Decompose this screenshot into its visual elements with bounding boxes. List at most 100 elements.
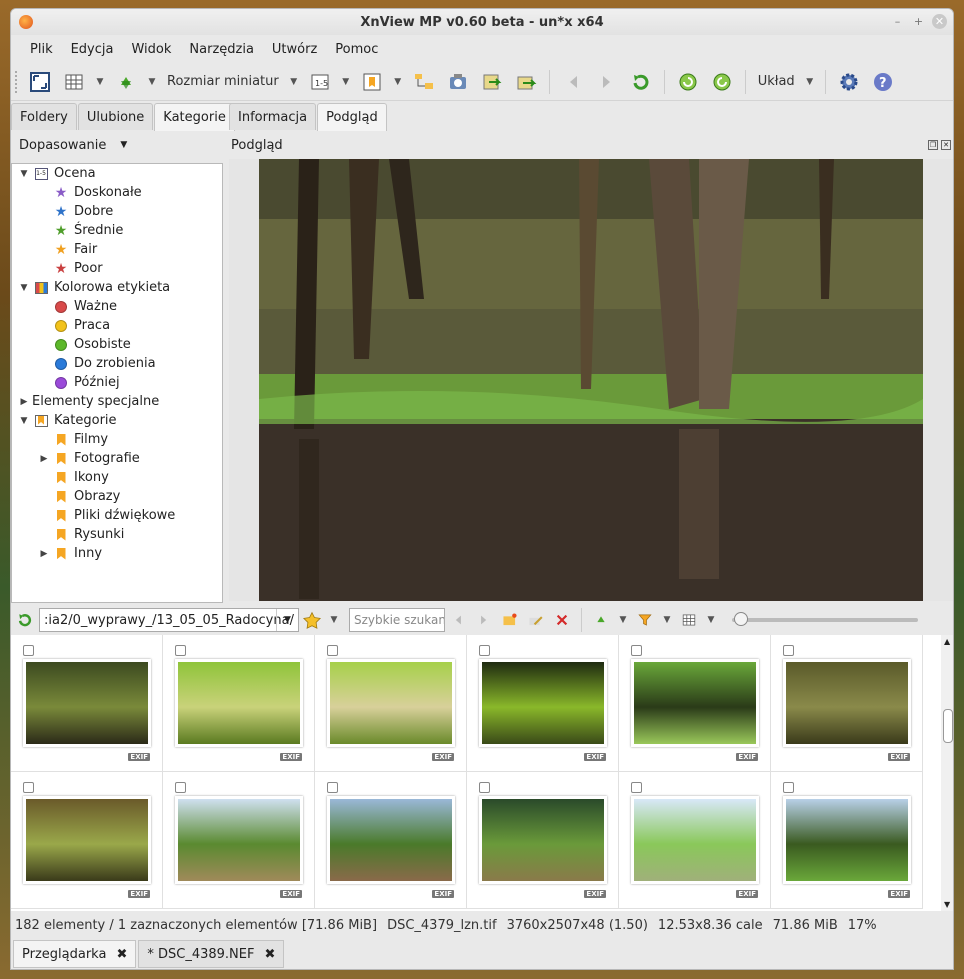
- tree-item[interactable]: ★ Doskonałe: [12, 183, 222, 202]
- tab-kategorie[interactable]: Kategorie: [154, 103, 235, 131]
- thumb-size-label[interactable]: Rozmiar miniatur: [161, 74, 285, 89]
- tree-item[interactable]: Do zrobienia: [12, 354, 222, 373]
- export-button[interactable]: [512, 68, 540, 96]
- close-tab-icon[interactable]: ✖: [264, 947, 275, 962]
- thumbnail-checkbox[interactable]: [175, 782, 186, 793]
- tree-item[interactable]: ▼ Kategorie: [12, 411, 222, 430]
- settings-button[interactable]: [835, 68, 863, 96]
- thumbnail-checkbox[interactable]: [175, 645, 186, 656]
- thumbnail-cell[interactable]: EXIF: [315, 635, 467, 772]
- nav-sort-button[interactable]: [591, 606, 611, 634]
- thumbnail-checkbox[interactable]: [327, 645, 338, 656]
- tree-item[interactable]: ▶ Fotografie: [12, 449, 222, 468]
- thumb-size-slider[interactable]: [732, 612, 918, 626]
- menu-edycja[interactable]: Edycja: [62, 42, 123, 57]
- thumbnail-checkbox[interactable]: [631, 782, 642, 793]
- thumbnail-image[interactable]: [327, 796, 455, 884]
- thumbnail-checkbox[interactable]: [327, 782, 338, 793]
- path-input[interactable]: :ia2/0_wyprawy_/13_05_05_Radocyna/ ▼: [39, 608, 299, 632]
- thumbnail-scrollbar[interactable]: ▲ ▼: [941, 635, 953, 911]
- chevron-down-icon[interactable]: ▼: [393, 77, 403, 87]
- thumbnail-checkbox[interactable]: [23, 645, 34, 656]
- filter-rating-button[interactable]: 1-5: [306, 68, 334, 96]
- tree-item[interactable]: Obrazy: [12, 487, 222, 506]
- expand-right-icon[interactable]: ▶: [18, 397, 30, 407]
- thumbnail-checkbox[interactable]: [783, 645, 794, 656]
- rotate-left-button[interactable]: [674, 68, 702, 96]
- thumbnail-cell[interactable]: EXIF: [467, 772, 619, 909]
- chevron-down-icon[interactable]: ▼: [289, 77, 299, 87]
- filter-dropdown[interactable]: Dopasowanie ▼: [11, 131, 223, 159]
- chevron-down-icon[interactable]: ▼: [329, 615, 339, 625]
- thumbnail-cell[interactable]: EXIF: [619, 772, 771, 909]
- back-button[interactable]: [559, 68, 587, 96]
- chevron-down-icon[interactable]: ▼: [618, 615, 628, 625]
- help-button[interactable]: ?: [869, 68, 897, 96]
- thumbnail-cell[interactable]: EXIF: [11, 772, 163, 909]
- tree-item[interactable]: Praca: [12, 316, 222, 335]
- thumbnail-image[interactable]: [631, 796, 759, 884]
- tab-image-file[interactable]: * DSC_4389.NEF ✖: [138, 940, 285, 968]
- thumbnail-cell[interactable]: EXIF: [771, 635, 923, 772]
- menu-narzedzia[interactable]: Narzędzia: [180, 42, 263, 57]
- thumbnail-image[interactable]: [783, 796, 911, 884]
- view-mode-button[interactable]: [60, 68, 88, 96]
- thumbnail-cell[interactable]: EXIF: [163, 635, 315, 772]
- thumb-view-button[interactable]: [679, 606, 699, 634]
- layout-label[interactable]: Układ: [752, 74, 801, 89]
- expand-down-icon[interactable]: ▼: [18, 416, 30, 426]
- expand-right-icon[interactable]: ▶: [38, 454, 50, 464]
- menu-plik[interactable]: Plik: [21, 42, 62, 57]
- float-panel-icon[interactable]: ❐: [928, 140, 938, 150]
- chevron-down-icon[interactable]: ▼: [147, 77, 157, 87]
- tab-browser[interactable]: Przeglądarka ✖: [13, 940, 137, 968]
- tree-item[interactable]: ★ Dobre: [12, 202, 222, 221]
- minimize-icon[interactable]: –: [890, 14, 905, 29]
- filter-category-button[interactable]: [358, 68, 386, 96]
- thumbnail-checkbox[interactable]: [783, 782, 794, 793]
- next-button[interactable]: [474, 606, 494, 634]
- tree-item[interactable]: ▶ Inny: [12, 544, 222, 563]
- thumbnail-image[interactable]: [631, 659, 759, 747]
- scrollbar-thumb[interactable]: [943, 709, 953, 743]
- thumbnail-cell[interactable]: EXIF: [467, 635, 619, 772]
- tree-item[interactable]: Ważne: [12, 297, 222, 316]
- thumbnail-image[interactable]: [479, 796, 607, 884]
- preview-image[interactable]: [259, 159, 923, 601]
- thumbnail-image[interactable]: [175, 659, 303, 747]
- thumbnail-image[interactable]: [479, 659, 607, 747]
- batch-convert-button[interactable]: [478, 68, 506, 96]
- tab-informacja[interactable]: Informacja: [229, 103, 317, 130]
- up-button[interactable]: [627, 68, 655, 96]
- tree-item[interactable]: Rysunki: [12, 525, 222, 544]
- chevron-down-icon[interactable]: ▼: [341, 77, 351, 87]
- chevron-down-icon[interactable]: ▼: [662, 615, 672, 625]
- maximize-icon[interactable]: +: [911, 14, 926, 29]
- thumbnail-cell[interactable]: EXIF: [315, 772, 467, 909]
- tree-item[interactable]: Osobiste: [12, 335, 222, 354]
- tab-foldery[interactable]: Foldery: [11, 103, 77, 130]
- expand-right-icon[interactable]: ▶: [38, 549, 50, 559]
- slideshow-button[interactable]: [444, 68, 472, 96]
- menu-utworz[interactable]: Utwórz: [263, 42, 326, 57]
- tree-item[interactable]: ▼ 1-5 Ocena: [12, 164, 222, 183]
- tab-ulubione[interactable]: Ulubione: [77, 103, 154, 130]
- close-tab-icon[interactable]: ✖: [116, 947, 127, 962]
- expand-down-icon[interactable]: ▼: [18, 283, 30, 293]
- quick-search-input[interactable]: Szybkie szukan: [349, 608, 445, 632]
- menu-widok[interactable]: Widok: [122, 42, 180, 57]
- expand-down-icon[interactable]: ▼: [18, 169, 30, 179]
- scroll-up-icon[interactable]: ▲: [944, 637, 950, 646]
- thumbnail-checkbox[interactable]: [479, 782, 490, 793]
- thumbnail-checkbox[interactable]: [631, 645, 642, 656]
- thumbnail-image[interactable]: [175, 796, 303, 884]
- close-panel-icon[interactable]: ✕: [941, 140, 951, 150]
- favorites-button[interactable]: [302, 606, 322, 634]
- slider-handle[interactable]: [734, 612, 748, 626]
- delete-button[interactable]: [552, 606, 572, 634]
- tree-item[interactable]: Pliki dźwiękowe: [12, 506, 222, 525]
- close-icon[interactable]: ✕: [932, 14, 947, 29]
- scroll-down-icon[interactable]: ▼: [944, 900, 950, 909]
- thumbnail-cell[interactable]: EXIF: [11, 635, 163, 772]
- rename-button[interactable]: [526, 606, 546, 634]
